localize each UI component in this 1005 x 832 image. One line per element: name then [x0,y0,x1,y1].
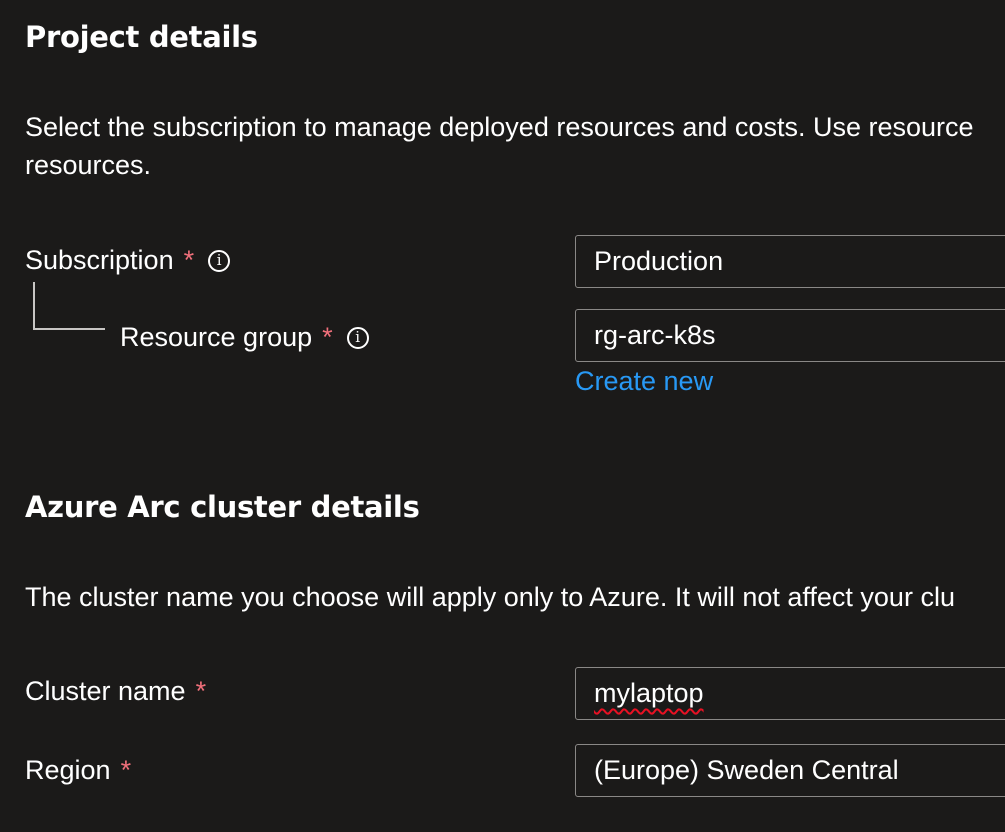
cluster-name-input[interactable]: mylaptop [575,667,1005,720]
region-label: Region * [25,755,131,786]
cluster-name-label: Cluster name * [25,676,206,707]
subscription-dropdown[interactable]: Production [575,235,1005,288]
region-value: (Europe) Sweden Central [594,755,899,785]
info-icon[interactable]: i [208,249,231,272]
required-marker: * [183,245,195,275]
region-dropdown[interactable]: (Europe) Sweden Central [575,744,1005,797]
resource-group-dropdown[interactable]: rg-arc-k8s [575,309,1005,362]
cluster-name-label-text: Cluster name [25,676,186,706]
project-description-line1: Select the subscription to manage deploy… [25,112,974,142]
required-marker: * [195,676,207,706]
resource-group-value: rg-arc-k8s [594,320,716,350]
cluster-description: The cluster name you choose will apply o… [25,582,955,612]
subscription-label-text: Subscription [25,245,174,275]
project-description-line2: resources. [25,150,152,180]
required-marker: * [322,322,333,352]
tree-connector-vertical [33,282,35,330]
cluster-details-heading: Azure Arc cluster details [25,490,420,524]
subscription-label: Subscription * i [25,245,231,276]
subscription-value: Production [594,246,724,276]
project-details-heading: Project details [25,20,258,54]
cluster-name-value: mylaptop [594,678,704,708]
required-marker: * [120,755,132,785]
region-label-text: Region [25,755,111,785]
create-new-link[interactable]: Create new [575,366,713,397]
resource-group-label-text: Resource group [120,322,313,352]
info-icon[interactable]: i [346,326,369,349]
resource-group-label: Resource group * i [120,322,369,353]
tree-connector-horizontal [33,328,105,330]
